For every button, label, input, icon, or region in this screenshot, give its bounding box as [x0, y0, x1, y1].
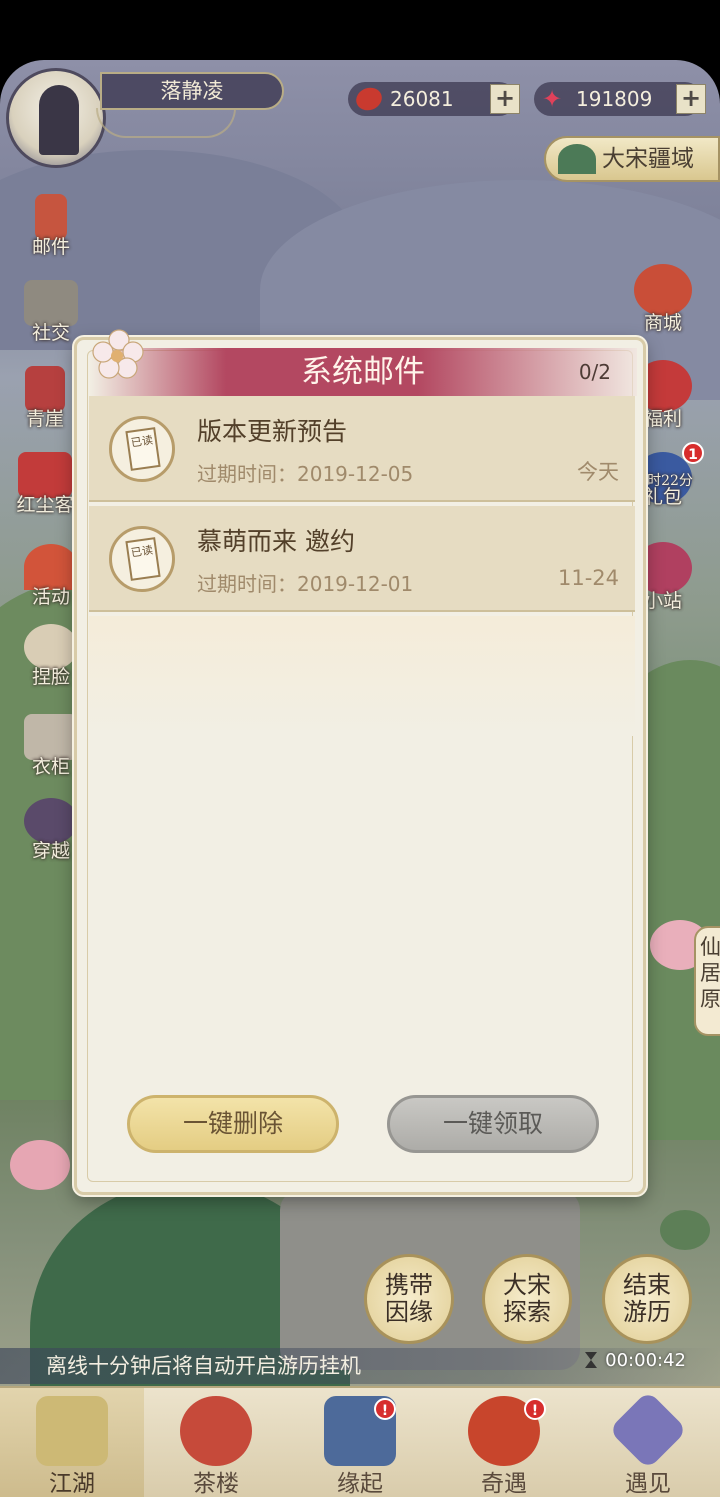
travel-timer: 00:00:42 — [585, 1350, 686, 1371]
dialog-header: 系统邮件 0/2 — [89, 348, 637, 396]
bottom-nav: 江湖 茶楼 缘起 ! 奇遇 ! 遇见 — [0, 1386, 720, 1497]
tab-label: 茶楼 — [193, 1471, 239, 1497]
region-label: 大宋疆域 — [602, 146, 694, 172]
claim-all-button[interactable]: 一键领取 — [387, 1095, 599, 1153]
dialog-title: 系统邮件 — [301, 354, 425, 390]
sidebar-label: 邮件 — [31, 236, 70, 258]
mail-list-empty-area — [89, 616, 635, 736]
mail-expiry: 过期时间：2019-12-05 — [197, 462, 414, 486]
mail-item[interactable]: 已读 版本更新预告 过期时间：2019-12-05 今天 — [89, 396, 635, 502]
mail-item[interactable]: 已读 慕萌而来 邀约 过期时间：2019-12-01 11-24 — [89, 506, 635, 612]
tab-origin[interactable]: 缘起 ! — [288, 1388, 432, 1497]
sidebar-item-social[interactable]: 社交 — [16, 280, 86, 345]
sidebar-label: 青崖 — [25, 408, 64, 430]
alert-badge: ! — [524, 1398, 546, 1420]
sidebar-label: 商城 — [643, 312, 682, 334]
mountain-icon — [558, 144, 596, 174]
timer-value: 00:00:42 — [605, 1350, 686, 1371]
read-tag: 已读 — [125, 537, 161, 581]
tab-label: 遇见 — [625, 1471, 671, 1497]
tab-adventure[interactable]: 奇遇 ! — [432, 1388, 576, 1497]
read-tag: 已读 — [125, 427, 161, 471]
read-mail-icon: 已读 — [109, 416, 175, 482]
avatar-figure — [39, 85, 79, 155]
location-signpost[interactable]: 仙居原 — [694, 926, 720, 1036]
system-mail-dialog: 系统邮件 0/2 已读 版本更新预告 过期时间：2019-12-05 今天 已读… — [74, 329, 646, 1195]
add-jade-button[interactable]: + — [490, 84, 520, 114]
end-journey-label: 结束 游历 — [623, 1271, 671, 1326]
butterfly-icon: ✦ — [542, 85, 563, 113]
delete-all-button[interactable]: 一键删除 — [127, 1095, 339, 1153]
sidebar-label: 红尘客 — [16, 494, 74, 516]
currency-butterfly: ✦ 191809 + — [534, 82, 706, 116]
read-mail-icon: 已读 — [109, 526, 175, 592]
currency-jade-value: 26081 — [390, 87, 454, 111]
red-bean-icon — [353, 84, 385, 114]
player-avatar[interactable] — [6, 68, 106, 168]
tab-encounter[interactable]: 遇见 — [576, 1388, 720, 1497]
mail-date: 今天 — [577, 460, 619, 484]
mail-subject: 版本更新预告 — [197, 417, 348, 446]
currency-jade: 26081 + — [348, 82, 520, 116]
mail-expiry: 过期时间：2019-12-01 — [197, 572, 414, 596]
crystal-icon — [608, 1390, 688, 1470]
end-journey-button[interactable]: 结束 游历 — [602, 1254, 692, 1344]
sidebar-item-mail[interactable]: 邮件 — [16, 194, 86, 259]
blossom-tree — [10, 1140, 70, 1190]
sidebar-item-shop[interactable]: 商城 — [628, 264, 698, 335]
explore-label: 大宋 探索 — [503, 1271, 551, 1326]
add-butterfly-button[interactable]: + — [676, 84, 706, 114]
tea-pot-icon — [180, 1396, 252, 1466]
tab-teahouse[interactable]: 茶楼 — [144, 1388, 288, 1497]
tab-jianghu[interactable]: 江湖 — [0, 1388, 144, 1497]
hourglass-icon — [585, 1352, 598, 1368]
tab-label: 缘起 — [337, 1471, 383, 1497]
player-name: 落静凌 — [100, 72, 284, 110]
carry-fate-label: 携带 因缘 — [385, 1271, 433, 1326]
currency-butterfly-value: 191809 — [576, 87, 653, 111]
region-button[interactable]: 大宋疆域 — [544, 136, 720, 182]
alert-badge: ! — [374, 1398, 396, 1420]
pine-tree — [660, 1210, 710, 1250]
notification-badge: 1 — [682, 442, 704, 464]
tab-label: 江湖 — [49, 1471, 95, 1497]
explore-button[interactable]: 大宋 探索 — [482, 1254, 572, 1344]
decorative-curl — [96, 108, 236, 138]
map-scroll-icon — [36, 1396, 108, 1466]
blossom-icon — [92, 329, 144, 379]
mail-count: 0/2 — [578, 360, 611, 384]
mail-date: 11-24 — [557, 566, 619, 590]
sidebar-item-qingya[interactable]: 青崖 — [10, 366, 80, 431]
tab-label: 奇遇 — [481, 1471, 527, 1497]
carry-fate-button[interactable]: 携带 因缘 — [364, 1254, 454, 1344]
sidebar-item-hongchen[interactable]: 红尘客 — [10, 452, 80, 517]
mail-subject: 慕萌而来 邀约 — [197, 527, 355, 556]
game-screen: 落静凌 26081 + ✦ 191809 + 大宋疆域 邮件 社交 青崖 红尘客… — [0, 60, 720, 1497]
